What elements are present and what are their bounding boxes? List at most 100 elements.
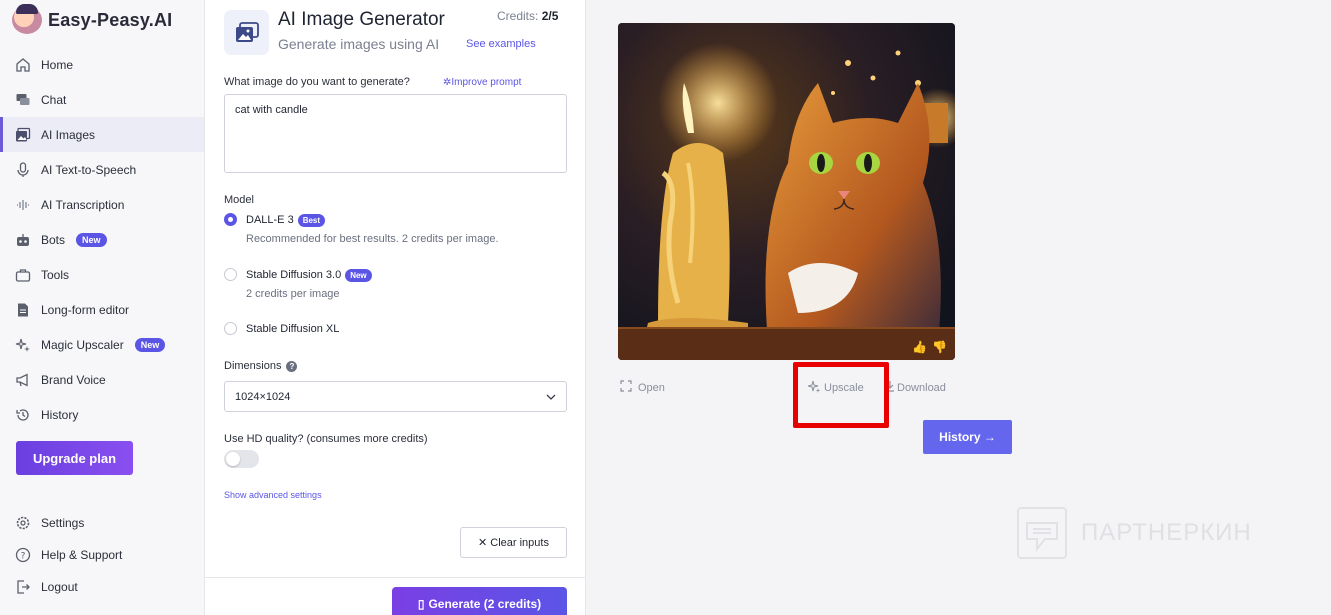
thumbs-up-icon[interactable]: 👍 (912, 340, 927, 354)
sidebar-item-brand-voice[interactable]: Brand Voice (0, 362, 204, 397)
model-option-stable-diffusion-3[interactable]: Stable Diffusion 3.0 New (224, 268, 372, 282)
sidebar-item-label: Magic Upscaler (41, 337, 124, 352)
download-button[interactable]: Download (885, 380, 946, 395)
svg-text:?: ? (21, 552, 26, 562)
sidebar-item-label: History (41, 407, 79, 422)
credits-counter: Credits: 2/5 (497, 9, 558, 23)
credits-value: 2/5 (541, 9, 559, 23)
hd-quality-toggle[interactable] (224, 450, 259, 468)
upscale-highlight-annotation (793, 362, 889, 428)
sidebar-item-logout[interactable]: Logout (0, 571, 204, 603)
soundwave-icon (14, 196, 32, 214)
document-icon (14, 301, 32, 319)
sidebar-item-label: Chat (41, 92, 67, 107)
model-name: Stable Diffusion 3.0 New (246, 268, 372, 282)
sidebar-item-label: Logout (41, 580, 78, 594)
new-badge: New (134, 337, 166, 352)
sidebar-item-magic-upscaler[interactable]: Magic Upscaler New (0, 327, 204, 362)
home-icon (14, 56, 32, 74)
prompt-input[interactable]: cat with candle (224, 94, 567, 173)
watermark-text: ПАРТНЕРКИН (1081, 519, 1252, 546)
generate-label: Generate (2 credits) (428, 597, 542, 611)
new-badge: New (345, 268, 372, 282)
watermark-logo-icon (1017, 507, 1067, 559)
show-advanced-settings-link[interactable]: Show advanced settings (224, 490, 322, 500)
help-icon[interactable]: ? (286, 360, 298, 372)
sparkles-icon (14, 336, 32, 354)
improve-prompt-link[interactable]: ✲Improve prompt (443, 77, 521, 88)
chat-icon (14, 91, 32, 109)
sidebar-item-bots[interactable]: Bots New (0, 222, 204, 257)
sidebar-item-label: Home (41, 57, 74, 72)
hd-quality-label: Use HD quality? (consumes more credits) (224, 433, 428, 445)
open-button[interactable]: Open (620, 380, 665, 395)
sidebar-item-label: Tools (41, 267, 70, 282)
sidebar-item-tools[interactable]: Tools (0, 257, 204, 292)
generator-panel: AI Image Generator Generate images using… (205, 0, 586, 615)
page-subtitle: Generate images using AI (278, 36, 440, 52)
sidebar-item-help-support[interactable]: ? Help & Support (0, 539, 204, 571)
generated-image[interactable]: 👍 👎 (618, 23, 955, 360)
model-description: 2 credits per image (246, 288, 340, 300)
history-icon (14, 406, 32, 424)
model-option-stable-diffusion-xl[interactable]: Stable Diffusion XL (224, 322, 339, 335)
sidebar-item-ai-transcription[interactable]: AI Transcription (0, 187, 204, 222)
sidebar-item-settings[interactable]: Settings (0, 507, 204, 539)
sidebar-item-label: Help & Support (41, 548, 123, 562)
sidebar-item-chat[interactable]: Chat (0, 82, 204, 117)
briefcase-icon (14, 266, 32, 284)
model-option-dall-e-3[interactable]: DALL-E 3 Best (224, 213, 326, 227)
dimensions-select[interactable]: 1024×1024 (224, 381, 567, 412)
gear-icon (14, 514, 32, 532)
megaphone-icon (14, 371, 32, 389)
model-description: Recommended for best results. 2 credits … (246, 233, 499, 245)
see-examples-link[interactable]: See examples (466, 38, 536, 50)
image-generator-icon (224, 10, 269, 55)
generate-button[interactable]: ▯ Generate (2 credits) (392, 587, 567, 615)
sidebar-item-long-form-editor[interactable]: Long-form editor (0, 292, 204, 327)
generate-icon: ▯ (417, 597, 425, 611)
credits-label: Credits: (497, 9, 539, 23)
main-nav: Home Chat AI Images AI Text-to-Speech AI… (0, 47, 204, 432)
microphone-icon (14, 161, 32, 179)
model-radio[interactable] (224, 213, 237, 226)
thumbs-down-icon[interactable]: 👎 (932, 340, 947, 354)
sidebar-item-home[interactable]: Home (0, 47, 204, 82)
sidebar-item-label: AI Text-to-Speech (41, 162, 137, 177)
new-badge: New (76, 232, 107, 247)
logo-mascot-icon (12, 4, 42, 34)
chevron-down-icon (546, 391, 556, 403)
dimensions-label: Dimensions ? (224, 360, 298, 372)
clear-inputs-button[interactable]: ✕ Clear inputs (460, 527, 567, 558)
model-label: Model (224, 194, 254, 206)
sidebar-item-label: AI Transcription (41, 197, 125, 212)
open-label: Open (638, 381, 665, 394)
robot-icon (14, 231, 32, 249)
upgrade-plan-button[interactable]: Upgrade plan (16, 441, 133, 475)
logout-icon (14, 578, 32, 596)
improve-prompt-label: Improve prompt (451, 77, 522, 88)
history-button[interactable]: History → (923, 420, 1012, 454)
images-icon (14, 126, 32, 144)
clear-inputs-label: Clear inputs (490, 536, 549, 549)
model-radio[interactable] (224, 322, 237, 335)
expand-icon (620, 380, 632, 395)
model-radio[interactable] (224, 268, 237, 281)
sidebar-item-label: Brand Voice (41, 372, 106, 387)
sidebar-item-history[interactable]: History (0, 397, 204, 432)
app-name: Easy-Peasy.AI (48, 9, 173, 30)
sidebar-item-label: Settings (41, 516, 85, 530)
bottom-nav: Settings ? Help & Support Logout (0, 507, 204, 603)
sidebar-item-label: Bots (41, 232, 66, 247)
feedback-buttons: 👍 👎 (912, 340, 947, 354)
divider (205, 577, 586, 578)
sidebar-item-label: AI Images (41, 127, 96, 142)
sidebar-item-ai-images[interactable]: AI Images (0, 117, 204, 152)
dimensions-value: 1024×1024 (235, 390, 291, 403)
download-label: Download (897, 381, 946, 394)
cat-candle-illustration (618, 23, 955, 360)
sidebar-item-ai-text-to-speech[interactable]: AI Text-to-Speech (0, 152, 204, 187)
model-name: Stable Diffusion XL (246, 322, 340, 335)
close-icon: ✕ (478, 537, 488, 549)
app-logo[interactable]: Easy-Peasy.AI (12, 4, 173, 34)
